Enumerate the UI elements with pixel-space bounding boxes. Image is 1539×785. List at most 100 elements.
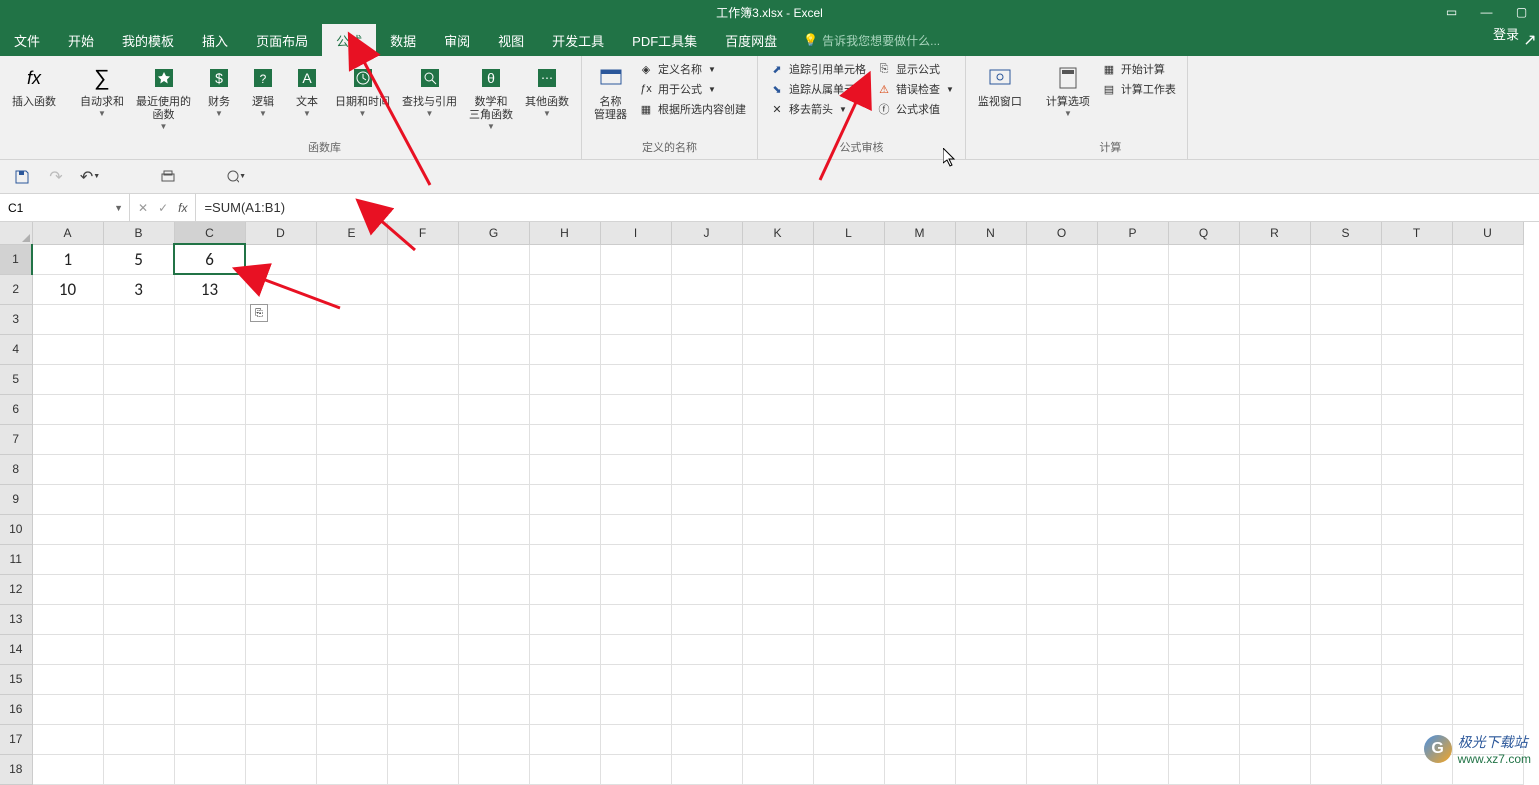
cell-N2[interactable] [955,274,1026,304]
cell-K16[interactable] [742,694,813,724]
cell-I10[interactable] [600,514,671,544]
cell-G5[interactable] [458,364,529,394]
cell-G9[interactable] [458,484,529,514]
cell-S1[interactable] [1310,244,1381,274]
cell-B9[interactable] [103,484,174,514]
undo-button[interactable]: ↶▼ [80,167,100,187]
cell-H12[interactable] [529,574,600,604]
cell-J5[interactable] [671,364,742,394]
cell-P4[interactable] [1097,334,1168,364]
cell-L1[interactable] [813,244,884,274]
cell-D4[interactable] [245,334,316,364]
cell-L3[interactable] [813,304,884,334]
cell-S17[interactable] [1310,724,1381,754]
cell-G13[interactable] [458,604,529,634]
cell-D15[interactable] [245,664,316,694]
tell-me-search[interactable]: 💡 告诉我您想要做什么... [803,24,940,56]
cell-I16[interactable] [600,694,671,724]
cell-O4[interactable] [1026,334,1097,364]
cell-K3[interactable] [742,304,813,334]
cell-D11[interactable] [245,544,316,574]
cell-G16[interactable] [458,694,529,724]
cell-D10[interactable] [245,514,316,544]
row-header-10[interactable]: 10 [0,514,32,544]
cell-U14[interactable] [1452,634,1523,664]
tab-data[interactable]: 数据 [376,24,430,56]
column-header-T[interactable]: T [1381,222,1452,244]
column-header-Q[interactable]: Q [1168,222,1239,244]
more-functions-button[interactable]: ⋯ 其他函数 ▼ [521,60,573,133]
cell-N8[interactable] [955,454,1026,484]
cell-D5[interactable] [245,364,316,394]
cell-H15[interactable] [529,664,600,694]
cell-C3[interactable] [174,304,245,334]
cell-B14[interactable] [103,634,174,664]
cell-E17[interactable] [316,724,387,754]
cell-C10[interactable] [174,514,245,544]
cell-S11[interactable] [1310,544,1381,574]
cell-E8[interactable] [316,454,387,484]
cell-F5[interactable] [387,364,458,394]
cell-P7[interactable] [1097,424,1168,454]
cell-G2[interactable] [458,274,529,304]
cell-A2[interactable]: 10 [32,274,103,304]
cell-L15[interactable] [813,664,884,694]
column-header-A[interactable]: A [32,222,103,244]
column-header-R[interactable]: R [1239,222,1310,244]
cell-A9[interactable] [32,484,103,514]
cell-K18[interactable] [742,754,813,784]
cell-K10[interactable] [742,514,813,544]
cell-N10[interactable] [955,514,1026,544]
logical-button[interactable]: ? 逻辑 ▼ [243,60,283,133]
cell-J14[interactable] [671,634,742,664]
cell-B13[interactable] [103,604,174,634]
math-trig-button[interactable]: θ 数学和 三角函数 ▼ [465,60,517,133]
cell-D12[interactable] [245,574,316,604]
cell-M11[interactable] [884,544,955,574]
cell-I6[interactable] [600,394,671,424]
cell-A7[interactable] [32,424,103,454]
cell-N9[interactable] [955,484,1026,514]
cell-N16[interactable] [955,694,1026,724]
cell-R9[interactable] [1239,484,1310,514]
cell-E11[interactable] [316,544,387,574]
cell-J13[interactable] [671,604,742,634]
cell-N7[interactable] [955,424,1026,454]
cell-T16[interactable] [1381,694,1452,724]
name-box[interactable]: C1 ▼ [0,194,130,221]
cell-U11[interactable] [1452,544,1523,574]
cell-Q8[interactable] [1168,454,1239,484]
cell-P3[interactable] [1097,304,1168,334]
cell-L14[interactable] [813,634,884,664]
cell-G10[interactable] [458,514,529,544]
cell-Q4[interactable] [1168,334,1239,364]
cell-P13[interactable] [1097,604,1168,634]
column-header-F[interactable]: F [387,222,458,244]
cell-P15[interactable] [1097,664,1168,694]
cell-O14[interactable] [1026,634,1097,664]
cell-U9[interactable] [1452,484,1523,514]
row-header-3[interactable]: 3 [0,304,32,334]
cell-T6[interactable] [1381,394,1452,424]
cell-J8[interactable] [671,454,742,484]
cell-Q11[interactable] [1168,544,1239,574]
cell-P8[interactable] [1097,454,1168,484]
cell-C2[interactable]: 13 [174,274,245,304]
cell-I12[interactable] [600,574,671,604]
cell-Q16[interactable] [1168,694,1239,724]
cell-Q14[interactable] [1168,634,1239,664]
cell-F1[interactable] [387,244,458,274]
cell-H7[interactable] [529,424,600,454]
row-header-9[interactable]: 9 [0,484,32,514]
cell-N12[interactable] [955,574,1026,604]
cell-O1[interactable] [1026,244,1097,274]
cell-C9[interactable] [174,484,245,514]
column-header-D[interactable]: D [245,222,316,244]
cell-E7[interactable] [316,424,387,454]
enter-formula-button[interactable]: ✓ [158,201,168,215]
cell-E2[interactable] [316,274,387,304]
cell-A3[interactable] [32,304,103,334]
cell-C16[interactable] [174,694,245,724]
cell-P2[interactable] [1097,274,1168,304]
cell-J12[interactable] [671,574,742,604]
